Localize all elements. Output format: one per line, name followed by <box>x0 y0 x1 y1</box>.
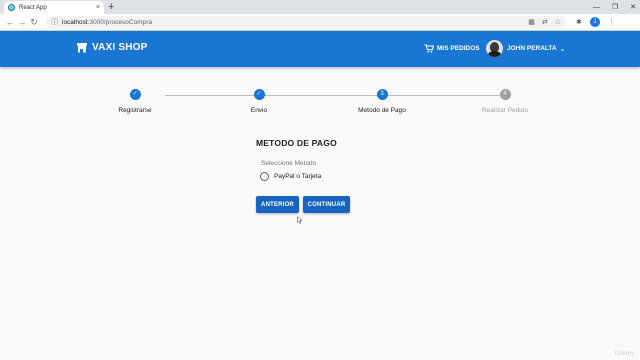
tab-close-icon[interactable]: × <box>96 4 100 11</box>
chevron-down-icon: ⌄ <box>559 45 566 53</box>
checkout-stepper: ✓ Registrarse ✓ Envio 3 Metodo de Pago 4… <box>118 89 530 119</box>
maximize-icon[interactable]: ❐ <box>612 3 618 11</box>
step-label: Envio <box>250 107 268 114</box>
step-realizar-pedido: 4 Realizar Pedido <box>465 89 545 114</box>
step-label: Metodo de Pago <box>358 107 406 114</box>
user-menu-button[interactable]: JOHN PERALTA ⌄ <box>486 40 565 57</box>
browser-toolbar: ← → ↻ ⓘ localhost:3000/procesoCompra ▦ ⇄… <box>0 14 640 31</box>
address-bar[interactable]: ⓘ localhost:3000/procesoCompra ▦ ⇄ ☆ <box>46 16 566 28</box>
reload-icon[interactable]: ↻ <box>28 17 40 28</box>
payment-method-form: METODO DE PAGO Seleccione Metodo PayPal … <box>256 138 456 181</box>
minimize-icon[interactable]: — <box>593 4 600 11</box>
shopping-cart-icon <box>424 44 434 53</box>
step-envio: ✓ Envio <box>219 89 299 114</box>
new-tab-icon[interactable]: + <box>108 0 114 14</box>
url-text[interactable]: localhost:3000/procesoCompra <box>62 19 528 26</box>
radio-button[interactable] <box>260 172 269 181</box>
mouse-cursor-icon <box>297 216 303 224</box>
close-window-icon[interactable]: ✕ <box>630 3 636 11</box>
qr-code-icon[interactable]: ▦ <box>528 18 535 26</box>
translate-icon[interactable]: ⇄ <box>542 18 548 26</box>
step-metodo-de-pago: 3 Metodo de Pago <box>342 89 422 114</box>
app-header: VAXI SHOP MIS PEDIDOS JOHN PERALTA ⌄ <box>0 31 640 67</box>
step-registrarse: ✓ Registrarse <box>95 89 175 114</box>
page-title: METODO DE PAGO <box>256 138 337 148</box>
my-orders-button[interactable]: MIS PEDIDOS <box>424 44 480 53</box>
user-avatar <box>486 40 503 57</box>
extensions-icon[interactable]: ✱ <box>576 18 582 26</box>
step-label: Registrarse <box>118 107 152 114</box>
brand-link[interactable]: VAXI SHOP <box>76 42 148 53</box>
paypal-option[interactable]: PayPal o Tarjeta <box>260 172 456 181</box>
bookmark-star-icon[interactable]: ☆ <box>555 18 561 26</box>
window-controls: — ❐ ✕ <box>593 0 636 14</box>
browser-tab-bar: React App × + — ❐ ✕ <box>0 0 640 14</box>
site-info-icon[interactable]: ⓘ <box>51 17 58 27</box>
continue-button[interactable]: CONTINUAR <box>303 196 350 213</box>
profile-avatar[interactable]: J <box>589 17 600 27</box>
react-favicon-icon <box>8 4 15 11</box>
user-name: JOHN PERALTA <box>507 45 557 52</box>
form-actions: ANTERIOR CONTINUAR <box>256 196 350 213</box>
check-icon: ✓ <box>253 89 265 100</box>
check-icon: ✓ <box>129 89 141 100</box>
browser-tab[interactable]: React App × <box>4 1 104 14</box>
menu-kebab-icon[interactable]: ⋮ <box>608 18 615 26</box>
watermark: Udemy <box>614 351 634 357</box>
step-label: Realizar Pedido <box>482 107 528 114</box>
brand-name: VAXI SHOP <box>92 42 148 53</box>
tab-title: React App <box>19 4 47 11</box>
url-path: :3000/procesoCompra <box>87 18 152 26</box>
step-number: 3 <box>376 89 388 100</box>
step-number: 4 <box>499 89 511 100</box>
url-host: localhost <box>62 18 88 26</box>
store-icon <box>77 43 87 53</box>
radio-label[interactable]: PayPal o Tarjeta <box>274 173 321 180</box>
back-icon[interactable]: ← <box>4 17 16 27</box>
my-orders-label: MIS PEDIDOS <box>437 45 480 52</box>
forward-icon[interactable]: → <box>16 17 28 27</box>
previous-button[interactable]: ANTERIOR <box>256 196 299 213</box>
method-legend: Seleccione Metodo <box>261 160 317 167</box>
